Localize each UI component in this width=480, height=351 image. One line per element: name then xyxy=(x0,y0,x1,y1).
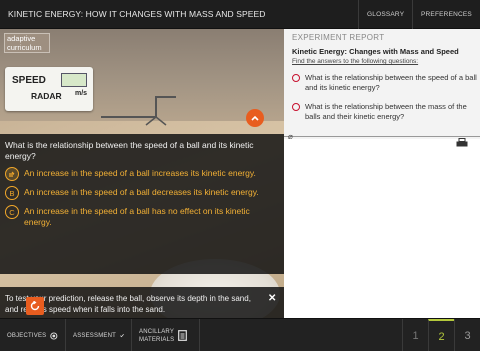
page-1-button[interactable]: 1 xyxy=(402,319,428,351)
answer-c-text: An increase in the speed of a ball has n… xyxy=(24,206,250,227)
target-icon xyxy=(50,331,58,340)
preferences-button[interactable]: PREFERENCES xyxy=(412,0,480,29)
answer-a-marker xyxy=(5,167,19,181)
close-icon[interactable]: ✕ xyxy=(268,293,276,304)
simulation-area: adaptive curriculum SPEED RADAR m/s What… xyxy=(0,29,284,318)
printer-icon[interactable] xyxy=(456,138,468,148)
ancillary-materials-button[interactable]: ANCILLARY MATERIALS xyxy=(132,319,200,351)
answer-option-c[interactable]: C An increase in the speed of a ball has… xyxy=(5,205,279,228)
top-bar: KINETIC ENERGY: HOW IT CHANGES WITH MASS… xyxy=(0,0,480,29)
chevron-up-icon xyxy=(251,115,259,121)
reset-icon xyxy=(30,301,40,311)
page-title: KINETIC ENERGY: HOW IT CHANGES WITH MASS… xyxy=(8,9,266,19)
report-question-1[interactable]: What is the relationship between the spe… xyxy=(292,73,478,92)
speed-radar: SPEED RADAR m/s xyxy=(5,67,93,111)
pointer-hand-icon xyxy=(8,171,14,177)
report-title: Kinetic Energy: Changes with Mass and Sp… xyxy=(292,47,459,56)
glossary-label: GLOSSARY xyxy=(367,11,405,18)
document-icon xyxy=(178,330,188,341)
report-subtitle: Find the answers to the following questi… xyxy=(292,58,419,65)
instruction-text: To test your prediction, release the bal… xyxy=(5,294,251,314)
preferences-label: PREFERENCES xyxy=(421,11,472,18)
report-question-2[interactable]: What is the relationship between the mas… xyxy=(292,102,478,121)
report-header: EXPERIMENT REPORT xyxy=(292,33,385,42)
checkmark-icon xyxy=(120,333,124,338)
assessment-label: ASSESSMENT xyxy=(73,332,117,339)
bottom-bar: OBJECTIVES ASSESSMENT ANCILLARY MATERIAL… xyxy=(0,318,480,351)
answer-c-marker: C xyxy=(5,205,19,219)
ball-stand xyxy=(101,96,176,126)
report-question-text: What is the relationship between the mas… xyxy=(305,102,467,121)
question-text: What is the relationship between the spe… xyxy=(5,140,254,161)
experiment-report: EXPERIMENT REPORT Kinetic Energy: Change… xyxy=(284,29,480,318)
answer-b-text: An increase in the speed of a ball decre… xyxy=(24,187,259,197)
objectives-label: OBJECTIVES xyxy=(7,332,47,339)
answer-a-text: An increase in the speed of a ball incre… xyxy=(24,168,256,178)
ancillary-label: ANCILLARY MATERIALS xyxy=(139,328,175,343)
assessment-button[interactable]: ASSESSMENT xyxy=(66,319,132,351)
page-3-button[interactable]: 3 xyxy=(454,319,480,351)
adaptive-curriculum-logo: adaptive curriculum xyxy=(4,33,50,53)
radar-display xyxy=(61,73,87,87)
question-status-icon xyxy=(292,103,300,111)
objectives-button[interactable]: OBJECTIVES xyxy=(0,319,66,351)
report-divider xyxy=(284,136,480,137)
answer-option-a[interactable]: An increase in the speed of a ball incre… xyxy=(5,167,279,181)
collapse-question-button[interactable] xyxy=(246,109,264,127)
answer-option-b[interactable]: B An increase in the speed of a ball dec… xyxy=(5,186,279,200)
question-status-icon xyxy=(292,74,300,82)
release-ball-button[interactable] xyxy=(26,297,44,315)
answer-b-marker: B xyxy=(5,186,19,200)
report-question-text: What is the relationship between the spe… xyxy=(305,73,477,92)
speed-label: SPEED xyxy=(12,75,46,86)
radar-label: RADAR xyxy=(31,91,62,101)
glossary-button[interactable]: GLOSSARY xyxy=(358,0,412,29)
page-2-button[interactable]: 2 xyxy=(428,319,454,351)
question-panel: What is the relationship between the spe… xyxy=(0,134,284,274)
notes-area[interactable] xyxy=(284,139,480,318)
radar-units: m/s xyxy=(75,90,88,97)
